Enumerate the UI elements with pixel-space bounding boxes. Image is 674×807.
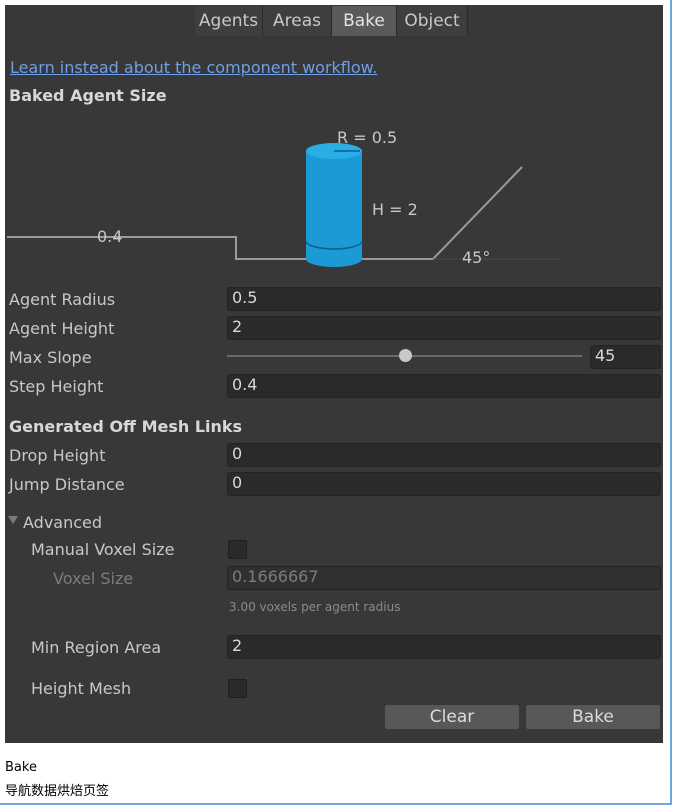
slope-angle-label: 45°	[462, 248, 490, 267]
height-label: H = 2	[372, 200, 418, 219]
max-slope-slider-thumb[interactable]	[398, 349, 412, 362]
height-mesh-label: Height Mesh	[31, 679, 132, 698]
agent-height-field[interactable]: 2	[227, 316, 661, 340]
tab-agents[interactable]: Agents	[195, 6, 263, 36]
component-workflow-link[interactable]: Learn instead about the component workfl…	[10, 58, 377, 77]
step-height-field[interactable]: 0.4	[227, 374, 661, 398]
radius-label: R = 0.5	[337, 128, 397, 147]
agent-height-label: Agent Height	[9, 319, 115, 338]
manual-voxel-size-label: Manual Voxel Size	[31, 540, 175, 559]
figure-frame: Agents Areas Bake Object Learn instead a…	[0, 0, 672, 805]
navigation-bake-panel: Agents Areas Bake Object Learn instead a…	[5, 5, 663, 743]
caption-subtitle: 导航数据烘焙页签	[5, 784, 110, 799]
tab-bake[interactable]: Bake	[332, 6, 397, 36]
jump-distance-field[interactable]: 0	[227, 472, 661, 496]
drop-height-label: Drop Height	[9, 446, 106, 465]
drop-height-field[interactable]: 0	[227, 443, 661, 467]
tab-object[interactable]: Object	[397, 6, 468, 36]
max-slope-label: Max Slope	[9, 348, 92, 367]
voxel-note: 3.00 voxels per agent radius	[229, 600, 401, 614]
agent-size-diagram: R = 0.5 H = 2 0.4 45°	[7, 128, 561, 267]
max-slope-field[interactable]: 45	[590, 345, 661, 369]
jump-distance-label: Jump Distance	[9, 475, 125, 494]
step-height-field-label: Step Height	[9, 377, 104, 396]
min-region-area-field[interactable]: 2	[227, 635, 661, 659]
clear-button[interactable]: Clear	[385, 705, 519, 729]
height-mesh-checkbox[interactable]	[228, 679, 247, 698]
off-mesh-links-heading: Generated Off Mesh Links	[9, 417, 243, 436]
caption-title: Bake	[5, 760, 37, 775]
agent-radius-label: Agent Radius	[9, 290, 116, 309]
advanced-foldout-label[interactable]: Advanced	[23, 513, 102, 532]
manual-voxel-size-checkbox[interactable]	[228, 540, 247, 559]
advanced-foldout-arrow-icon[interactable]	[8, 516, 18, 524]
step-and-slope-line	[7, 166, 523, 260]
voxel-size-label: Voxel Size	[53, 569, 134, 588]
baked-agent-size-heading: Baked Agent Size	[9, 86, 167, 105]
voxel-size-field: 0.1666667	[227, 566, 661, 590]
tab-areas[interactable]: Areas	[263, 6, 332, 36]
min-region-area-label: Min Region Area	[31, 638, 162, 657]
step-height-label: 0.4	[97, 227, 122, 246]
agent-radius-field[interactable]: 0.5	[227, 287, 661, 311]
bake-button[interactable]: Bake	[526, 705, 660, 729]
